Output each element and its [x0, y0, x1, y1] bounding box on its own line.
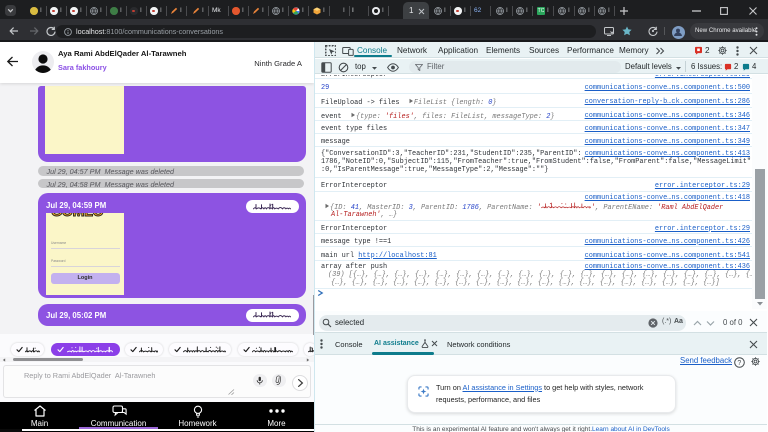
svg-text:?: ?: [737, 360, 741, 367]
svg-text:GOMLÕ: GOMLÕ: [51, 213, 103, 220]
